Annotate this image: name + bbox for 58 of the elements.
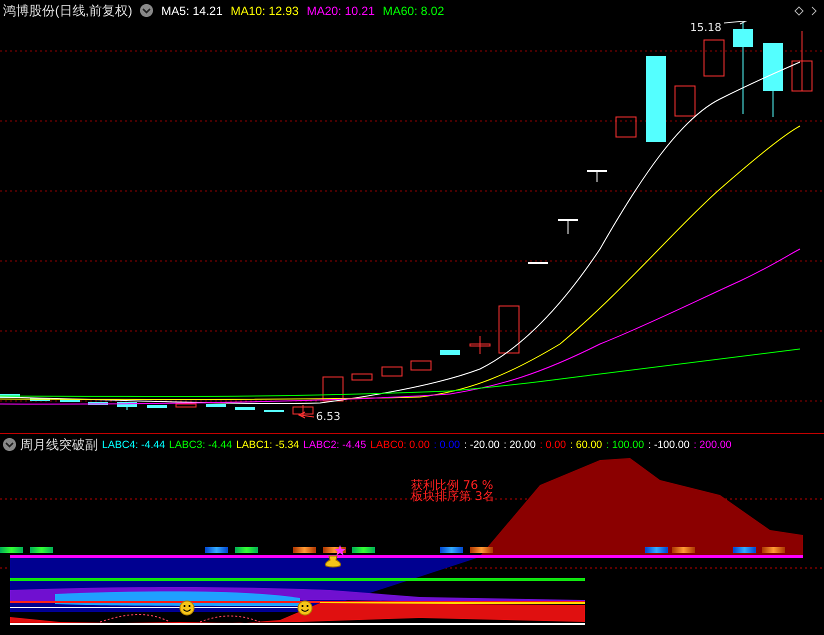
legend-value: : 0.00 <box>540 438 566 450</box>
dropdown-button[interactable] <box>140 4 154 17</box>
candlestick <box>264 410 284 412</box>
legend-value: MA20: 10.21 <box>306 4 375 18</box>
candlestick <box>30 398 50 401</box>
candlestick <box>117 402 137 410</box>
candlestick <box>792 30 812 92</box>
candlestick <box>587 170 607 182</box>
legend-value: LABC1: -5.34 <box>236 438 300 450</box>
legend-value: : 200.00 <box>694 438 732 450</box>
candlestick <box>704 40 724 76</box>
sector-rank-text: 板块排序第 3名 <box>411 489 494 505</box>
legend-value: : 60.00 <box>570 438 602 450</box>
candlestick <box>60 399 80 402</box>
smiley-icon <box>298 600 312 616</box>
caret-icon <box>5 442 14 448</box>
candlestick <box>322 376 344 402</box>
legend-value: MA10: 12.93 <box>230 4 299 18</box>
candlestick <box>235 407 255 410</box>
arrow-icon <box>724 21 748 24</box>
legend-value: MA60: 8.02 <box>382 4 444 18</box>
candlestick <box>558 219 578 234</box>
candlestick <box>88 402 108 405</box>
candlestick <box>470 336 490 354</box>
star-icon <box>334 545 346 556</box>
candlestick <box>382 366 402 376</box>
arrow-icon <box>298 412 314 418</box>
legend-value: : -100.00 <box>648 438 690 450</box>
smiley-icon <box>180 600 194 616</box>
indicator-title: 周月线突破副 <box>20 436 98 454</box>
money-bag-icon <box>325 556 341 568</box>
diamond-icon[interactable] <box>794 6 804 16</box>
dropdown-button[interactable] <box>3 438 16 451</box>
legend-value: LABC2: -4.45 <box>303 438 366 450</box>
caret-icon <box>142 8 152 14</box>
candlestick <box>528 262 548 264</box>
legend-value: : 100.00 <box>606 438 644 450</box>
candlestick <box>352 374 372 380</box>
candlestick <box>498 306 520 354</box>
candlestick <box>147 405 167 408</box>
legend-value: LABC4: -4.44 <box>102 438 166 450</box>
legend-value: : 0.00 <box>434 438 460 450</box>
candlestick <box>0 394 20 398</box>
legend-value: MA5: 14.21 <box>161 4 223 18</box>
candlestick <box>440 350 460 355</box>
legend-value: LABC0: 0.00 <box>370 438 430 450</box>
price-label: 6.53 <box>316 410 340 423</box>
stock-title: 鸿博股份(日线,前复权) <box>3 2 132 20</box>
candlestick <box>674 86 696 116</box>
candlestick <box>176 404 196 408</box>
price-label: 15.18 <box>690 21 722 34</box>
legend-value: : 20.00 <box>504 438 536 450</box>
legend-value: : -20.00 <box>464 438 500 450</box>
candlestick <box>410 360 432 370</box>
legend-value: LABC3: -4.44 <box>169 438 232 450</box>
candlestick <box>292 404 314 418</box>
candlestick <box>206 404 226 407</box>
candlestick <box>616 116 636 138</box>
